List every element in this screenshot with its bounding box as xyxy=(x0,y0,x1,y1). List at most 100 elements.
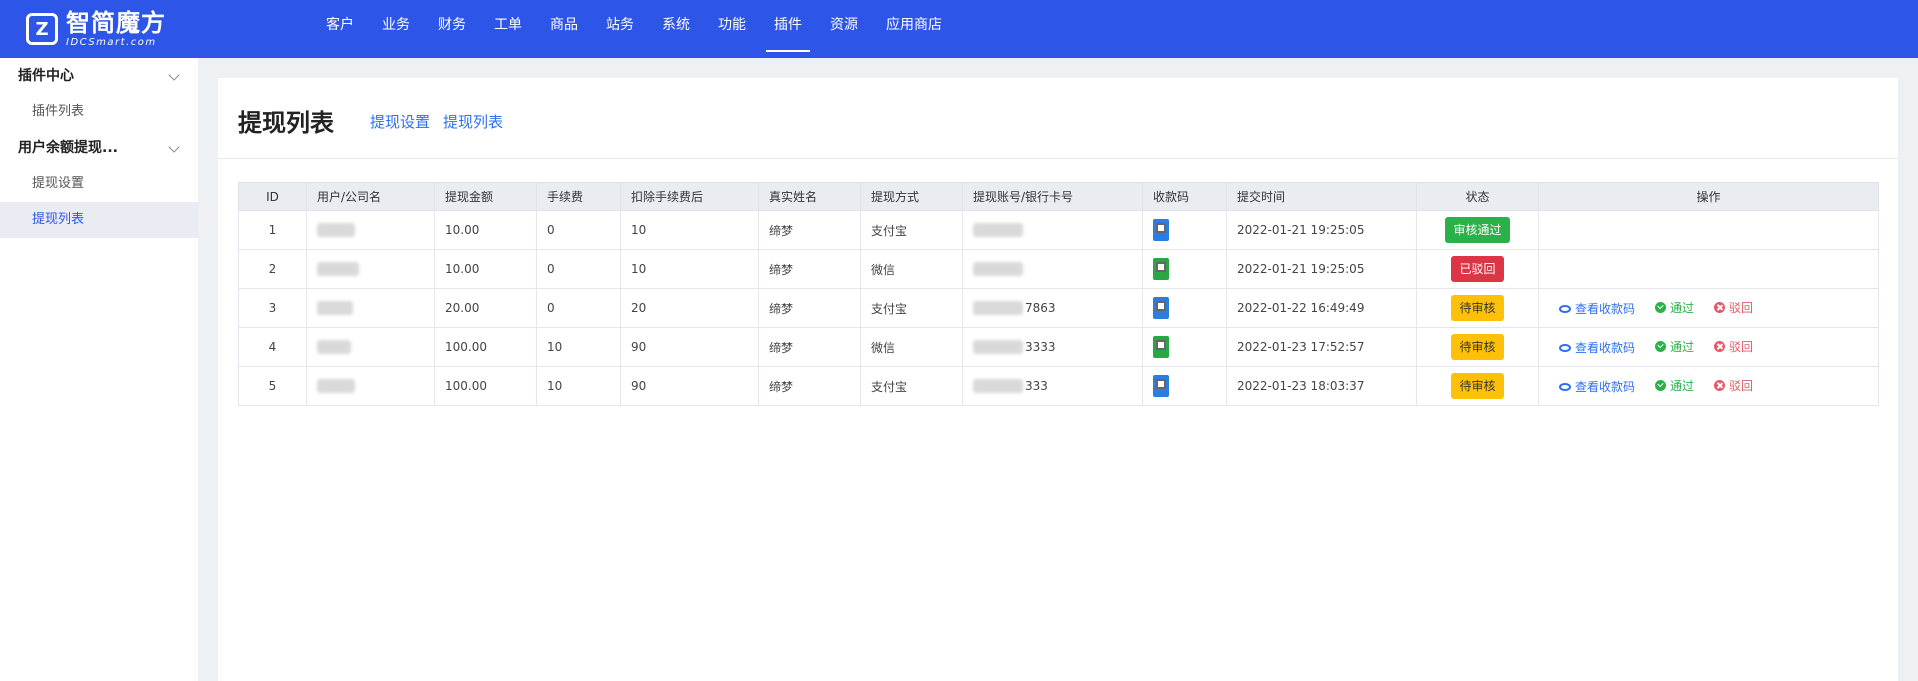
redacted-text xyxy=(317,262,359,277)
qr-code-icon[interactable] xyxy=(1153,336,1169,358)
cell-real-name: 缔梦 xyxy=(758,366,861,406)
cell-qr xyxy=(1142,249,1227,289)
close-circle-icon xyxy=(1714,301,1726,313)
approve-button[interactable]: 通过 xyxy=(1655,299,1694,316)
eye-icon xyxy=(1559,343,1571,352)
cell-qr xyxy=(1142,366,1227,406)
approve-button-label: 通过 xyxy=(1670,300,1695,315)
column-header: 提现账号/银行卡号 xyxy=(962,182,1143,211)
qr-code-icon[interactable] xyxy=(1153,219,1169,241)
page-title: 提现列表 xyxy=(238,109,334,137)
top-navbar: Z 智简魔方 IDCSmart.com 客户 业务 财务 工单 商品 站务 系统 功能 插件 资源… xyxy=(0,0,1918,58)
cell-actions xyxy=(1538,249,1879,289)
nav-item-9[interactable]: 资源 xyxy=(816,0,872,58)
cell-account: 7863 xyxy=(962,288,1143,328)
chevron-down-icon xyxy=(168,141,180,153)
cell-real-name: 缔梦 xyxy=(758,249,861,289)
check-circle-icon xyxy=(1655,340,1667,352)
status-badge[interactable]: 待审核 xyxy=(1451,334,1504,360)
cell-id: 4 xyxy=(238,327,307,367)
nav-item-0[interactable]: 客户 xyxy=(312,0,368,58)
approve-button-label: 通过 xyxy=(1670,378,1695,393)
nav-item-2[interactable]: 财务 xyxy=(424,0,480,58)
eye-icon xyxy=(1559,382,1571,391)
nav-item-7[interactable]: 功能 xyxy=(704,0,760,58)
view-qr-button[interactable]: 查看收款码 xyxy=(1559,339,1635,356)
status-badge[interactable]: 待审核 xyxy=(1451,295,1504,321)
cell-net: 90 xyxy=(620,327,759,367)
view-qr-button[interactable]: 查看收款码 xyxy=(1559,300,1635,317)
table-row: 5 100.00 10 90 缔梦 支付宝 333 2022-01-23 18:03:37 待审… xyxy=(238,366,1879,406)
sidebar-item-1-0[interactable]: 提现设置 xyxy=(0,166,198,202)
table-header-row: ID 用户/公司名 提现金额 手续费 扣除手续费后 真实姓名 提现方式 提现账号/银行卡号 收款… xyxy=(238,182,1879,211)
qr-code-icon[interactable] xyxy=(1153,297,1169,319)
view-qr-button-label: 查看收款码 xyxy=(1575,380,1636,395)
reject-button-label: 驳回 xyxy=(1729,300,1754,315)
cell-account xyxy=(962,249,1143,289)
cell-real-name: 缔梦 xyxy=(758,288,861,328)
link-withdraw-settings[interactable]: 提现设置 xyxy=(370,111,430,132)
cell-id: 3 xyxy=(238,288,307,328)
cell-actions xyxy=(1538,210,1879,250)
nav-item-5[interactable]: 站务 xyxy=(592,0,648,58)
sidebar-group-0[interactable]: 插件中心 xyxy=(0,58,198,94)
cell-user xyxy=(306,288,435,328)
cell-user xyxy=(306,210,435,250)
cell-qr xyxy=(1142,288,1227,328)
account-suffix: 333 xyxy=(1025,378,1048,393)
column-header: 提交时间 xyxy=(1226,182,1417,211)
approve-button[interactable]: 通过 xyxy=(1655,338,1694,355)
cell-user xyxy=(306,327,435,367)
redacted-text xyxy=(317,340,351,355)
cell-status: 待审核 xyxy=(1416,366,1539,406)
reject-button[interactable]: 驳回 xyxy=(1714,299,1753,316)
cell-account: 333 xyxy=(962,366,1143,406)
status-badge[interactable]: 待审核 xyxy=(1451,373,1504,399)
logo-icon: Z xyxy=(26,13,58,45)
main-card: 提现列表 提现设置 提现列表 ID 用户/公司名 提现金额 手续费 扣除手续费后 真实姓名… xyxy=(218,78,1898,681)
column-header: 状态 xyxy=(1416,182,1539,211)
sidebar-group-1[interactable]: 用户余额提现... xyxy=(0,130,198,166)
nav-item-1[interactable]: 业务 xyxy=(368,0,424,58)
main-nav: 客户 业务 财务 工单 商品 站务 系统 功能 插件 资源 应用商店 xyxy=(312,0,956,58)
cell-amount: 100.00 xyxy=(434,366,537,406)
approve-button[interactable]: 通过 xyxy=(1655,377,1694,394)
logo[interactable]: Z 智简魔方 IDCSmart.com xyxy=(26,10,166,48)
qr-code-icon[interactable] xyxy=(1153,258,1169,280)
cell-status: 待审核 xyxy=(1416,327,1539,367)
nav-item-8[interactable]: 插件 xyxy=(760,0,816,58)
cell-user xyxy=(306,249,435,289)
table-row: 3 20.00 0 20 缔梦 支付宝 7863 2022-01-22 16:49:49 待审核… xyxy=(238,288,1879,328)
table-row: 2 10.00 0 10 缔梦 微信 2022-01-21 19:25:05 已驳回 xyxy=(238,249,1879,289)
cell-real-name: 缔梦 xyxy=(758,327,861,367)
cell-id: 5 xyxy=(238,366,307,406)
redacted-text xyxy=(973,301,1023,316)
cell-fee: 0 xyxy=(536,210,621,250)
status-badge[interactable]: 已驳回 xyxy=(1451,256,1504,282)
cell-user xyxy=(306,366,435,406)
cell-time: 2022-01-23 17:52:57 xyxy=(1226,327,1417,367)
nav-item-10[interactable]: 应用商店 xyxy=(872,0,956,58)
cell-amount: 10.00 xyxy=(434,249,537,289)
status-badge[interactable]: 审核通过 xyxy=(1445,217,1510,243)
nav-item-4[interactable]: 商品 xyxy=(536,0,592,58)
sidebar-item-0-0[interactable]: 插件列表 xyxy=(0,94,198,130)
link-withdraw-list[interactable]: 提现列表 xyxy=(443,111,503,132)
cell-status: 待审核 xyxy=(1416,288,1539,328)
reject-button[interactable]: 驳回 xyxy=(1714,377,1753,394)
redacted-text xyxy=(973,340,1023,355)
check-circle-icon xyxy=(1655,301,1667,313)
column-header: 扣除手续费后 xyxy=(620,182,759,211)
column-header: 提现方式 xyxy=(860,182,963,211)
table-row: 1 10.00 0 10 缔梦 支付宝 2022-01-21 19:25:05 审核通过 xyxy=(238,210,1879,250)
nav-item-6[interactable]: 系统 xyxy=(648,0,704,58)
nav-item-3[interactable]: 工单 xyxy=(480,0,536,58)
qr-code-icon[interactable] xyxy=(1153,375,1169,397)
sidebar-item-1-1[interactable]: 提现列表 xyxy=(0,202,198,238)
view-qr-button[interactable]: 查看收款码 xyxy=(1559,378,1635,395)
chevron-down-icon xyxy=(168,69,180,81)
column-header: 真实姓名 xyxy=(758,182,861,211)
column-header: 提现金额 xyxy=(434,182,537,211)
reject-button[interactable]: 驳回 xyxy=(1714,338,1753,355)
cell-actions: 查看收款码 通过 驳回 xyxy=(1538,327,1879,367)
